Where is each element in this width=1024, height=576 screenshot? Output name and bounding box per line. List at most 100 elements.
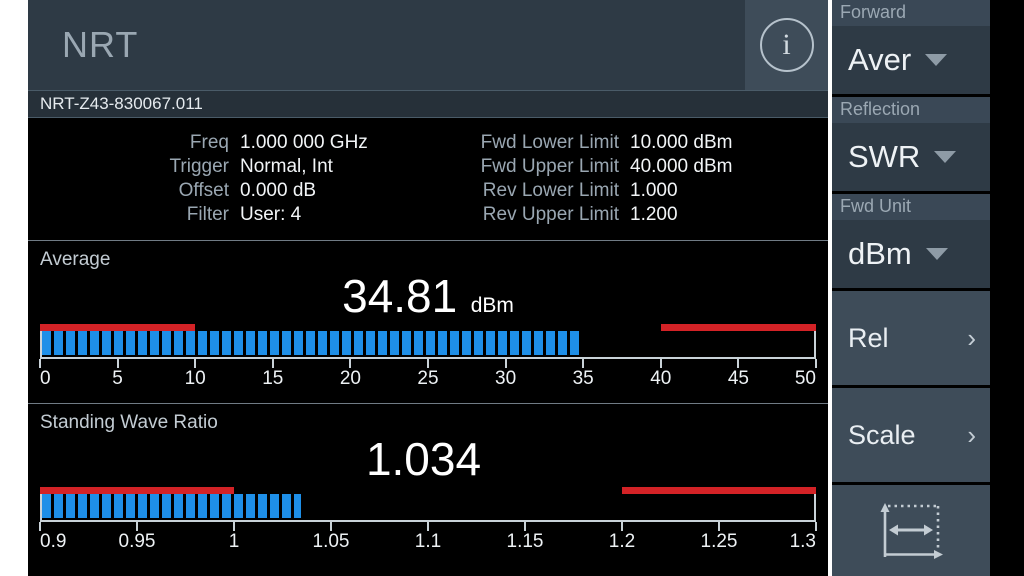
axis-tick-label: 40 [650,368,672,389]
chevron-right-icon: › [967,322,976,353]
average-panel: Average 34.81 dBm 0 5 10 15 20 25 30 35 40 45 50 [28,241,828,403]
param-label-rev-lower: Rev Lower Limit [482,180,619,201]
axis-tick-label: 1.2 [608,531,636,552]
dropdown-reflection-value-row[interactable]: SWR [832,123,990,191]
axis-tick [427,359,429,368]
axis-tick [116,359,119,368]
header-bar: NRT i [28,0,828,90]
param-value-trigger: Normal, Int [240,156,333,177]
param-label-filter: Filter [186,204,229,225]
upper-limit-zone [660,324,816,331]
autoscale-button[interactable] [832,485,990,576]
info-button[interactable]: i [745,0,828,90]
axis-tick [504,359,507,368]
axis-tick-label: 15 [262,368,284,389]
axis-tick-label: 45 [727,368,749,389]
param-value-fwd-upper: 40.000 dBm [630,156,733,177]
chevron-down-icon [925,54,948,66]
dropdown-fwd-unit[interactable]: Fwd Unit dBm [832,194,990,288]
axis-tick-label: 20 [339,368,361,389]
dropdown-reflection[interactable]: Reflection SWR [832,97,990,191]
average-unit: dBm [470,294,514,317]
swr-axis-labels: 0.9 0.95 1 1.05 1.1 1.15 1.2 1.25 1.3 [40,531,816,557]
info-icon: i [759,18,814,72]
dropdown-reflection-label: Reflection [832,97,990,123]
axis-tick-label: 10 [184,368,206,389]
param-value-rev-upper: 1.200 [630,204,678,225]
axis-tick-label: 30 [495,368,517,389]
dropdown-forward-label: Forward [832,0,990,26]
average-reading: 34.81 dBm [28,269,828,323]
axis-tick [659,359,662,368]
swr-bar-fill [42,494,301,518]
device-id-label: NRT-Z43-830067.011 [40,94,203,113]
average-value: 34.81 [342,270,458,322]
dropdown-forward[interactable]: Forward Aver [832,0,990,94]
axis-tick-label: 0 [40,368,51,389]
axis-tick-label: 1.3 [789,531,816,552]
axis-tick [815,522,817,531]
dropdown-reflection-value: SWR [848,139,921,174]
rel-button-label: Rel [848,322,889,353]
axis-tick [194,359,197,368]
param-value-rev-lower: 1.000 [630,180,678,201]
axis-tick-label: 35 [572,368,594,389]
axis-tick [621,522,623,531]
axis-tick-label: 1.05 [312,531,350,552]
rel-button[interactable]: Rel › [832,291,990,385]
swr-bar-frame [40,494,816,522]
axis-tick [815,359,817,368]
axis-tick-label: 1.25 [700,531,738,552]
axis-tick [39,359,41,368]
axis-tick-label: 5 [112,368,123,389]
softkey-sidebar: Forward Aver Reflection SWR Fwd Unit dBm… [832,0,1024,576]
dropdown-forward-value-row[interactable]: Aver [832,26,990,94]
axis-tick-label: 0.95 [118,531,156,552]
chevron-right-icon: › [967,419,976,450]
swr-panel: Standing Wave Ratio 1.034 0.9 0.95 1 1.05 1.… [28,404,828,572]
average-limit-markers [40,323,816,331]
axis-tick [582,359,585,368]
parameter-table: Freq 1.000 000 GHz Fwd Lower Limit 10.00… [28,118,828,240]
swr-axis-ticks [39,522,817,531]
axis-tick-label: 1.15 [506,531,544,552]
param-value-freq: 1.000 000 GHz [240,132,368,153]
autoscale-icon [880,502,943,559]
scale-button[interactable]: Scale › [832,388,990,482]
upper-limit-zone [622,487,816,494]
average-bar-fill [42,331,580,355]
param-label-trigger: Trigger [169,156,229,177]
axis-tick [349,359,352,368]
swr-limit-markers [40,486,816,494]
instrument-display: NRT i NRT-Z43-830067.011 Freq 1.000 000 … [28,0,828,576]
axis-tick [718,522,720,531]
scale-button-label: Scale [848,419,916,450]
axis-tick-label: 1.1 [414,531,442,552]
lower-limit-zone [40,487,234,494]
param-label-fwd-upper: Fwd Upper Limit [480,156,619,177]
chevron-down-icon [934,151,957,163]
dropdown-fwd-unit-value: dBm [848,236,912,271]
param-label-fwd-lower: Fwd Lower Limit [480,132,619,153]
average-bargraph: 0 5 10 15 20 25 30 35 40 45 50 [39,323,817,394]
average-bar-frame [40,331,816,359]
axis-tick [330,522,332,531]
average-axis-labels: 0 5 10 15 20 25 30 35 40 45 50 [40,368,816,394]
dropdown-fwd-unit-value-row[interactable]: dBm [832,220,990,288]
axis-tick [39,522,41,531]
swr-bargraph: 0.9 0.95 1 1.05 1.1 1.15 1.2 1.25 1.3 [39,486,817,557]
average-panel-title: Average [40,249,111,270]
param-label-freq: Freq [189,132,229,153]
axis-tick-label: 50 [794,368,816,389]
axis-tick-label: 1 [228,531,240,552]
device-id-bar: NRT-Z43-830067.011 [28,90,828,118]
param-label-offset: Offset [178,180,229,201]
page-title: NRT [62,24,139,65]
param-label-rev-upper: Rev Upper Limit [482,204,619,225]
swr-reading: 1.034 [28,432,828,486]
axis-tick-label: 25 [417,368,439,389]
param-value-filter: User: 4 [240,204,302,225]
axis-tick [271,359,274,368]
axis-tick [524,522,526,531]
axis-tick [233,522,235,531]
